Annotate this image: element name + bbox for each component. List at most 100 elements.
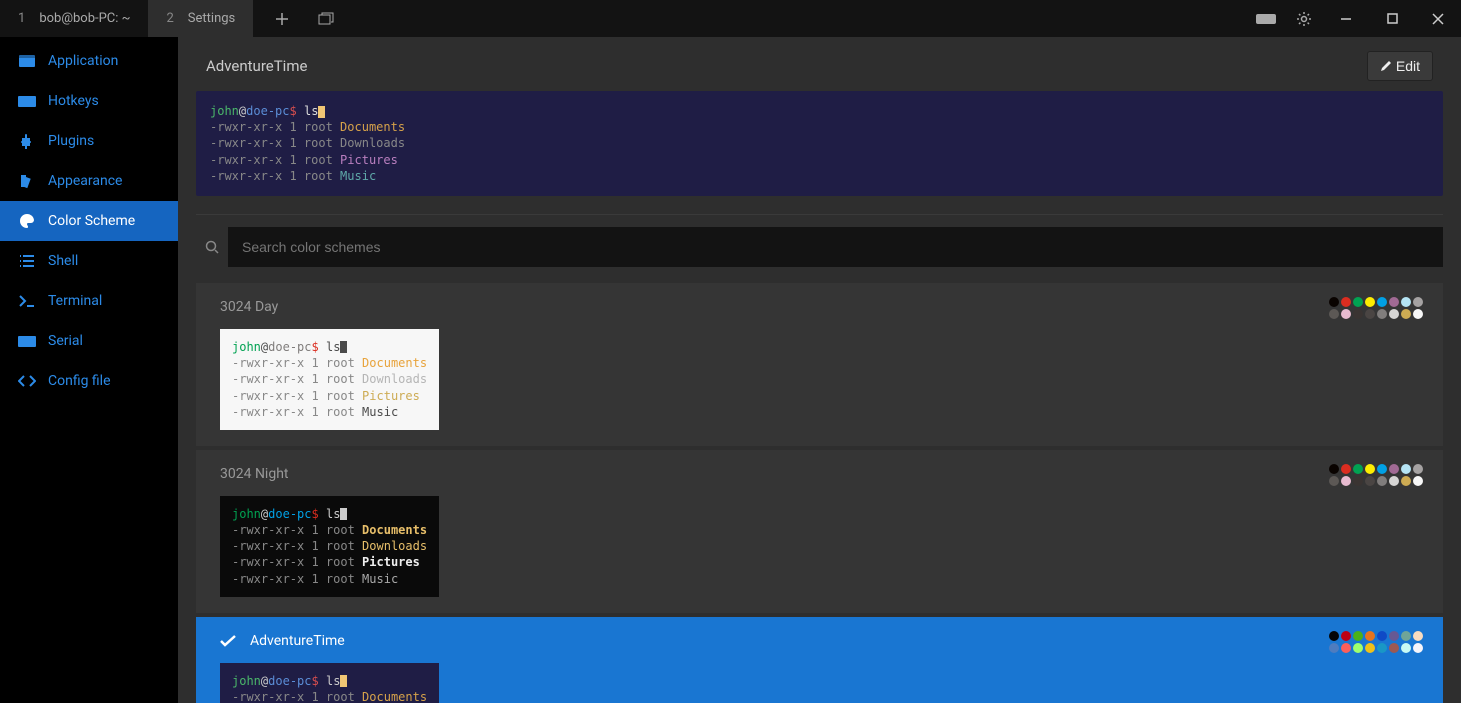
- sidebar-item-plugins[interactable]: Plugins: [0, 121, 178, 161]
- puzzle-icon: [18, 133, 36, 149]
- current-scheme-preview: john@doe-pc$ ls-rwxr-xr-x 1 root Documen…: [196, 91, 1443, 196]
- close-icon: [1432, 13, 1444, 25]
- swatch: [1341, 643, 1351, 653]
- minimize-button[interactable]: [1323, 0, 1369, 37]
- swatch: [1413, 297, 1423, 307]
- swatch: [1353, 476, 1363, 486]
- new-tab-button[interactable]: [263, 0, 301, 37]
- list-icon: [18, 255, 36, 267]
- swatch: [1377, 643, 1387, 653]
- sidebar-item-label: Application: [48, 53, 118, 69]
- maximize-button[interactable]: [1369, 0, 1415, 37]
- maximize-icon: [1387, 13, 1398, 24]
- window-controls: [1323, 0, 1461, 37]
- sidebar-item-appearance[interactable]: Appearance: [0, 161, 178, 201]
- swatch: [1377, 297, 1387, 307]
- check-icon: [220, 635, 236, 647]
- current-scheme-name: AdventureTime: [206, 57, 307, 75]
- swatch: [1329, 464, 1339, 474]
- swatch: [1341, 297, 1351, 307]
- swatch: [1329, 643, 1339, 653]
- swatch: [1377, 309, 1387, 319]
- windows-icon: [318, 12, 334, 26]
- keyboard-icon: [1255, 13, 1277, 25]
- search-row: [196, 227, 1443, 267]
- swatch: [1389, 297, 1399, 307]
- sidebar-item-label: Hotkeys: [48, 93, 99, 109]
- sidebar-item-label: Terminal: [48, 293, 102, 309]
- swatch: [1329, 297, 1339, 307]
- swatch: [1401, 631, 1411, 641]
- color-swatches: [1329, 297, 1423, 319]
- scheme-card[interactable]: AdventureTimejohn@doe-pc$ ls-rwxr-xr-x 1…: [196, 617, 1443, 703]
- swatch: [1341, 476, 1351, 486]
- swatch: [1341, 309, 1351, 319]
- swatch: [1353, 309, 1363, 319]
- swatch: [1365, 464, 1375, 474]
- keyboard-button[interactable]: [1247, 0, 1285, 37]
- scheme-name: 3024 Night: [220, 466, 289, 482]
- search-input[interactable]: [228, 227, 1443, 267]
- swatch: [1353, 643, 1363, 653]
- terminal-icon: [18, 295, 36, 307]
- keyboard-icon: [18, 96, 36, 107]
- sidebar-item-label: Color Scheme: [48, 213, 135, 229]
- tab-title: bob@bob-PC: ~: [39, 11, 130, 26]
- scheme-preview: john@doe-pc$ ls-rwxr-xr-x 1 root Documen…: [220, 496, 439, 597]
- swatch: [1401, 297, 1411, 307]
- swatch: [1353, 464, 1363, 474]
- swatch: [1377, 476, 1387, 486]
- swatch: [1413, 464, 1423, 474]
- swatch: [1413, 309, 1423, 319]
- content-area[interactable]: AdventureTime Edit john@doe-pc$ ls-rwxr-…: [178, 37, 1461, 703]
- swatch: [1389, 643, 1399, 653]
- search-icon: [196, 240, 228, 254]
- swatch: [1365, 631, 1375, 641]
- swatch: [1413, 643, 1423, 653]
- keyboard-icon: [18, 336, 36, 347]
- sidebar-item-config-file[interactable]: Config file: [0, 361, 178, 401]
- sidebar-item-application[interactable]: Application: [0, 41, 178, 81]
- swatch: [1401, 643, 1411, 653]
- sidebar-item-serial[interactable]: Serial: [0, 321, 178, 361]
- sidebar-item-label: Config file: [48, 373, 111, 389]
- tab-list-button[interactable]: [307, 0, 345, 37]
- close-button[interactable]: [1415, 0, 1461, 37]
- swatch: [1341, 631, 1351, 641]
- scheme-card[interactable]: 3024 Night john@doe-pc$ ls-rwxr-xr-x 1 ro…: [196, 450, 1443, 613]
- divider: [196, 214, 1443, 215]
- tab-index: 2: [166, 11, 173, 26]
- swatch-icon: [18, 173, 36, 189]
- sidebar-item-shell[interactable]: Shell: [0, 241, 178, 281]
- swatch: [1401, 309, 1411, 319]
- sidebar-item-terminal[interactable]: Terminal: [0, 281, 178, 321]
- color-swatches: [1329, 464, 1423, 486]
- tab-index: 1: [18, 11, 25, 26]
- pencil-icon: [1380, 60, 1392, 72]
- tab-settings[interactable]: 2 Settings: [148, 0, 253, 37]
- code-icon: [18, 375, 36, 387]
- scheme-card[interactable]: 3024 Dayjohn@doe-pc$ ls-rwxr-xr-x 1 root…: [196, 283, 1443, 446]
- swatch: [1365, 476, 1375, 486]
- swatch: [1329, 476, 1339, 486]
- tab-terminal[interactable]: 1 bob@bob-PC: ~: [0, 0, 148, 37]
- swatch: [1377, 631, 1387, 641]
- scheme-preview: john@doe-pc$ ls-rwxr-xr-x 1 root Documen…: [220, 329, 439, 430]
- settings-button[interactable]: [1285, 0, 1323, 37]
- swatch: [1365, 297, 1375, 307]
- swatch: [1329, 631, 1339, 641]
- titlebar: 1 bob@bob-PC: ~ 2 Settings: [0, 0, 1461, 37]
- edit-button[interactable]: Edit: [1367, 51, 1433, 81]
- sidebar-item-hotkeys[interactable]: Hotkeys: [0, 81, 178, 121]
- swatch: [1377, 464, 1387, 474]
- window-icon: [18, 55, 36, 67]
- swatch: [1341, 464, 1351, 474]
- sidebar-item-label: Plugins: [48, 133, 94, 149]
- minimize-icon: [1340, 13, 1352, 25]
- swatch: [1389, 476, 1399, 486]
- gear-icon: [1296, 11, 1312, 27]
- tab-title: Settings: [188, 11, 235, 26]
- sidebar-item-color-scheme[interactable]: Color Scheme: [0, 201, 178, 241]
- swatch: [1401, 476, 1411, 486]
- plus-icon: [275, 12, 289, 26]
